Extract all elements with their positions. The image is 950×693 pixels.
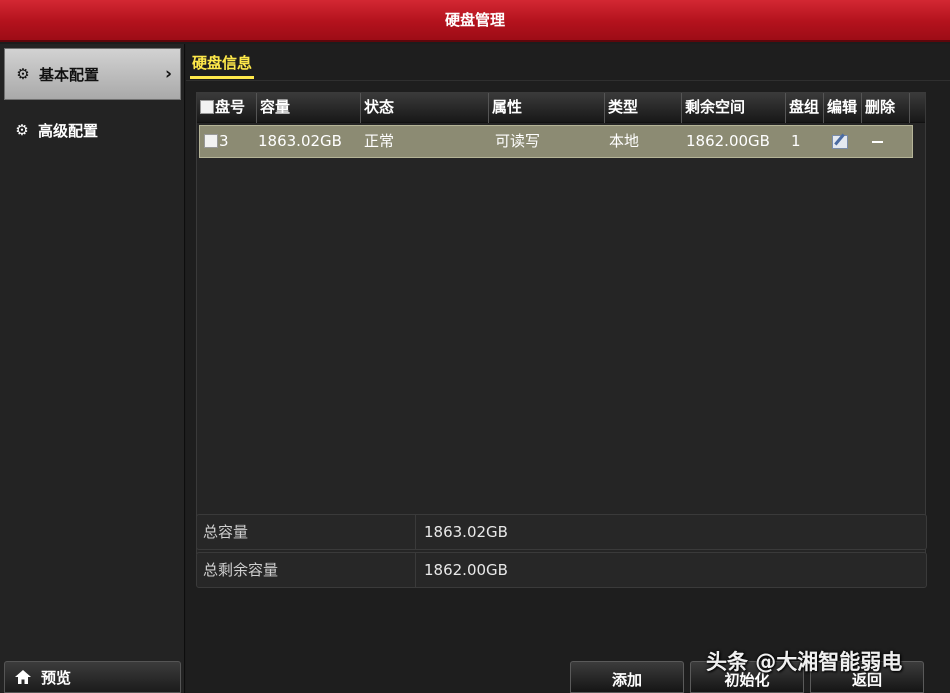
disk-table: 盘号 容量 状态 属性 类型 剩余空间 盘组 编辑 删除 3 1863.02GB… <box>196 92 926 554</box>
row-checkbox[interactable] <box>204 134 218 148</box>
tab-bar: 硬盘信息 <box>186 44 950 81</box>
divider <box>415 553 416 587</box>
delete-icon[interactable] <box>872 141 883 143</box>
total-free-value: 1862.00GB <box>424 561 508 579</box>
edit-icon[interactable] <box>832 135 848 149</box>
column-attribute[interactable]: 属性 <box>489 93 605 123</box>
sidebar-item-basic-config[interactable]: ⚙ 基本配置 › <box>4 48 181 100</box>
row-free-space: 1862.00GB <box>686 132 770 150</box>
column-free-space[interactable]: 剩余空间 <box>682 93 786 123</box>
add-button[interactable]: 添加 <box>570 661 684 693</box>
column-type[interactable]: 类型 <box>605 93 682 123</box>
row-status: 正常 <box>364 132 395 150</box>
column-status[interactable]: 状态 <box>361 93 489 123</box>
preview-label: 预览 <box>41 668 72 687</box>
column-capacity[interactable]: 容量 <box>257 93 361 123</box>
tab-disk-info[interactable]: 硬盘信息 <box>190 52 255 79</box>
row-group: 1 <box>791 132 801 150</box>
row-capacity: 1863.02GB <box>258 132 342 150</box>
sidebar-item-label: 基本配置 <box>39 65 100 84</box>
total-free-label: 总剩余容量 <box>203 561 279 579</box>
column-group[interactable]: 盘组 <box>786 93 824 123</box>
row-type: 本地 <box>609 132 640 150</box>
watermark: 头条 @大湘智能弱电 <box>706 650 903 674</box>
total-capacity-label: 总容量 <box>203 523 249 541</box>
preview-button[interactable]: 预览 <box>4 661 181 693</box>
column-edit[interactable]: 编辑 <box>824 93 862 123</box>
sidebar-item-advanced-config[interactable]: ⚙ 高级配置 <box>4 104 181 156</box>
sidebar-item-label: 高级配置 <box>38 121 99 140</box>
main-panel: 硬盘信息 盘号 容量 状态 属性 类型 剩余空间 盘组 编辑 删除 3 1863… <box>186 44 950 693</box>
table-header: 盘号 容量 状态 属性 类型 剩余空间 盘组 编辑 删除 <box>197 93 925 123</box>
home-icon <box>15 670 31 684</box>
chevron-right-icon: › <box>164 64 172 84</box>
total-capacity-row: 总容量 1863.02GB <box>196 514 927 550</box>
column-disk-no[interactable]: 盘号 <box>197 93 257 123</box>
row-disk-no: 3 <box>204 126 229 157</box>
summary-section: 总容量 1863.02GB 总剩余容量 1862.00GB <box>196 514 927 590</box>
total-capacity-value: 1863.02GB <box>424 523 508 541</box>
total-free-row: 总剩余容量 1862.00GB <box>196 552 927 588</box>
gears-icon: ⚙ <box>15 121 29 139</box>
gear-icon: ⚙ <box>16 65 30 83</box>
row-attribute: 可读写 <box>495 132 541 150</box>
column-delete[interactable]: 删除 <box>862 93 910 123</box>
sidebar: ⚙ 基本配置 › ⚙ 高级配置 预览 <box>0 44 185 693</box>
window-title: 硬盘管理 <box>0 0 950 42</box>
divider <box>415 515 416 549</box>
table-row[interactable]: 3 1863.02GB 正常 可读写 本地 1862.00GB 1 <box>199 125 913 158</box>
select-all-checkbox[interactable] <box>200 100 214 114</box>
